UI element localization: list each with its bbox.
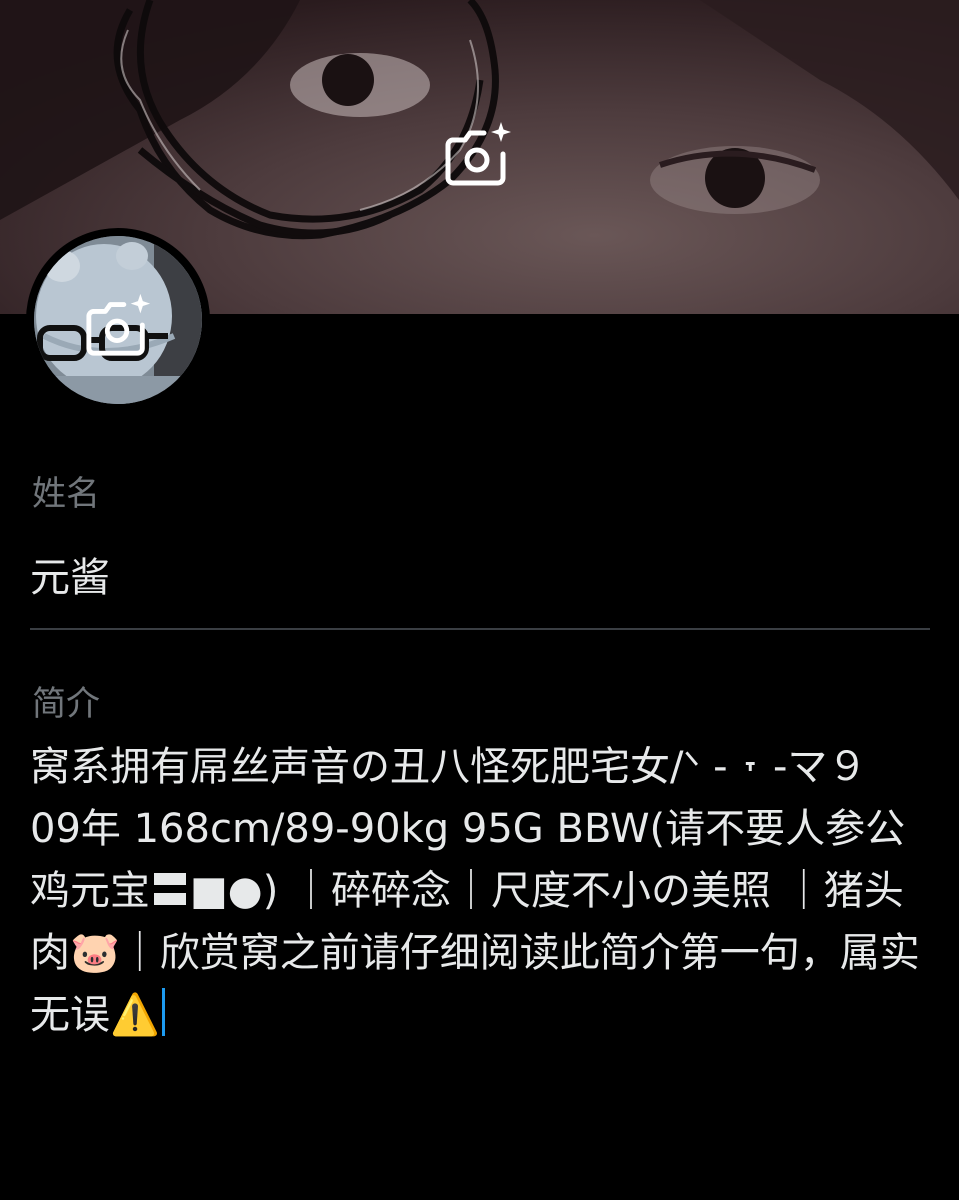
change-avatar-camera-icon[interactable] [82,290,156,360]
text-cursor [161,988,165,1036]
avatar[interactable] [34,236,202,404]
bio-field[interactable]: 简介 窝系拥有屌丝声音の丑八怪死肥宅女/ᐠ - ˕ -マ９ 09年 168cm/… [30,684,930,1184]
name-input[interactable]: 元酱 [30,552,110,604]
avatar-frame [26,228,210,412]
change-banner-camera-icon[interactable] [441,118,517,190]
bio-label: 简介 [32,684,100,724]
name-label: 姓名 [32,474,100,514]
bio-textarea[interactable]: 窝系拥有屌丝声音の丑八怪死肥宅女/ᐠ - ˕ -マ９ 09年 168cm/89-… [30,736,925,1046]
name-field[interactable]: 姓名 [30,474,930,630]
